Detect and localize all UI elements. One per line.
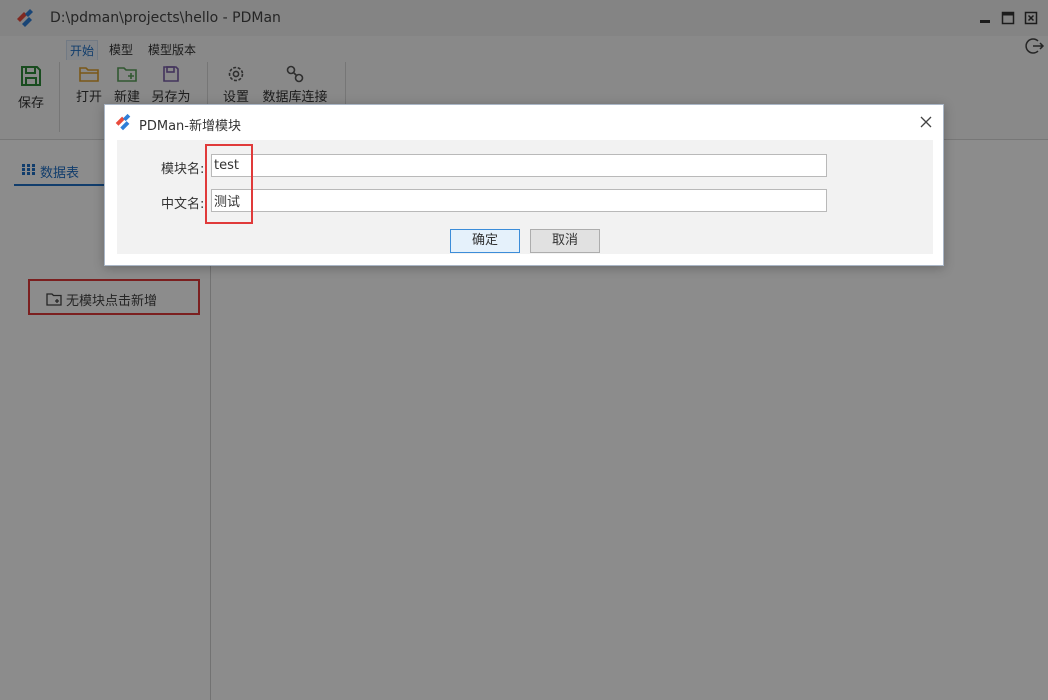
add-module-dialog: PDMan-新增模块 模块名: 中文名: 确定 取消	[104, 104, 944, 266]
module-name-input[interactable]	[211, 154, 827, 177]
dialog-title: PDMan-新增模块	[139, 119, 241, 134]
ok-button[interactable]: 确定	[450, 229, 520, 253]
cancel-button[interactable]: 取消	[530, 229, 600, 253]
chinese-name-input[interactable]	[211, 189, 827, 212]
chinese-name-label: 中文名:	[161, 197, 205, 212]
pdman-logo-icon	[115, 113, 131, 131]
module-name-label: 模块名:	[161, 162, 205, 177]
dialog-body: 模块名: 中文名: 确定 取消	[117, 140, 933, 254]
dialog-close-icon[interactable]	[918, 114, 934, 130]
